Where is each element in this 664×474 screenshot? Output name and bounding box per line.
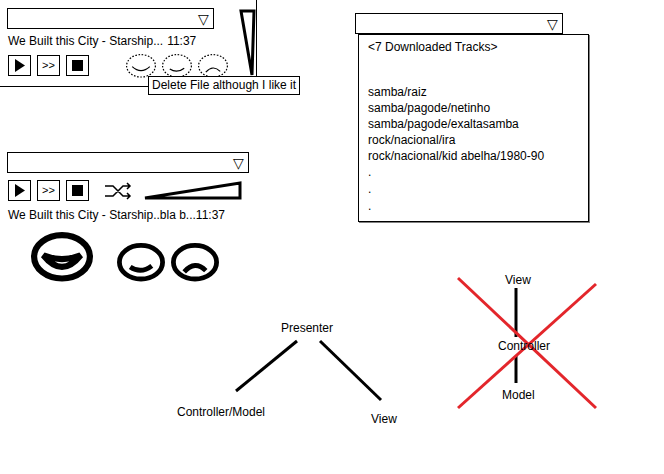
track-dropdown[interactable]: ▽ [7,8,214,29]
ratings [125,53,229,79]
rating-face [171,243,219,281]
download-item[interactable]: samba/pagode/netinho [368,100,579,116]
presenter-node: Presenter [281,321,333,335]
more-dot: . [368,164,579,181]
smile-face-icon[interactable] [161,53,193,79]
play-icon [14,59,26,72]
track-title: We Built this City - Starship..bla b... [8,208,196,222]
next-button[interactable]: >> [37,180,60,201]
downloads-header: <7 Downloaded Tracks> [368,39,579,55]
sad-face-icon[interactable] [197,53,229,79]
cross-icon [458,278,596,408]
stop-icon [72,60,83,71]
downloads-items: samba/raizsamba/pagode/netinhosamba/pago… [368,84,579,215]
track-dropdown[interactable]: ▽ [7,152,249,173]
controls: >> [7,180,257,201]
view-node: View [371,412,397,426]
stop-icon [72,185,83,196]
downloads-dropdown[interactable]: ▽ [355,13,563,34]
dropdown-arrow: ▽ [233,155,246,171]
volume-icon[interactable] [143,181,243,201]
download-item[interactable]: samba/raiz [368,84,579,100]
ratings [7,232,257,282]
stop-button[interactable] [66,55,89,76]
controller-model-node: Controller/Model [177,405,265,419]
downloads-panel: ▽<7 Downloaded Tracks>samba/raizsamba/pa… [355,13,589,222]
controller-node: Controller [498,339,550,353]
view-node: View [505,273,531,287]
more-dot: . [368,198,579,215]
download-item[interactable]: samba/pagode/exaltasamba [368,116,579,132]
track-info: We Built this City - Starship..bla b...1… [7,208,257,222]
compact-player: ▽ We Built this City - Starship... 11:37 >> [0,0,257,87]
volume-icon[interactable] [238,8,256,78]
track-time: 11:37 [196,208,225,222]
sad-face-icon[interactable] [171,243,219,281]
diagram-lines [0,0,664,474]
play-button[interactable] [8,180,31,201]
rating-face [31,232,93,282]
next-label: >> [42,59,55,72]
dropdown-arrow: ▽ [547,16,560,32]
next-button[interactable]: >> [37,55,60,76]
play-icon [14,184,26,197]
next-label: >> [42,184,55,197]
rating-face [117,243,165,281]
tooltip: Delete File although I like it [148,76,300,95]
downloads-list: <7 Downloaded Tracks>samba/raizsamba/pag… [358,34,589,222]
controls: >> [7,53,256,79]
happy-face-icon[interactable] [31,232,93,282]
wide-player: ▽ >> We Built this City - Starship..bla b.… [7,152,257,282]
smile-face-icon[interactable] [117,243,165,281]
dropdown-arrow: ▽ [198,11,211,27]
download-item[interactable]: rock/nacional/kid abelha/1980-90 [368,148,579,164]
canvas: ▽ We Built this City - Starship... 11:37 >>… [0,0,664,474]
track-time: 11:37 [167,34,196,48]
more-dot: . [368,181,579,198]
track-title: We Built this City - Starship... [8,34,163,48]
happy-face-icon[interactable] [125,53,157,79]
shuffle-icon[interactable] [103,182,133,200]
stop-button[interactable] [66,180,89,201]
model-node: Model [502,388,535,402]
track-info: We Built this City - Starship... 11:37 [7,34,256,48]
download-item[interactable]: rock/nacional/ira [368,132,579,148]
play-button[interactable] [8,55,31,76]
